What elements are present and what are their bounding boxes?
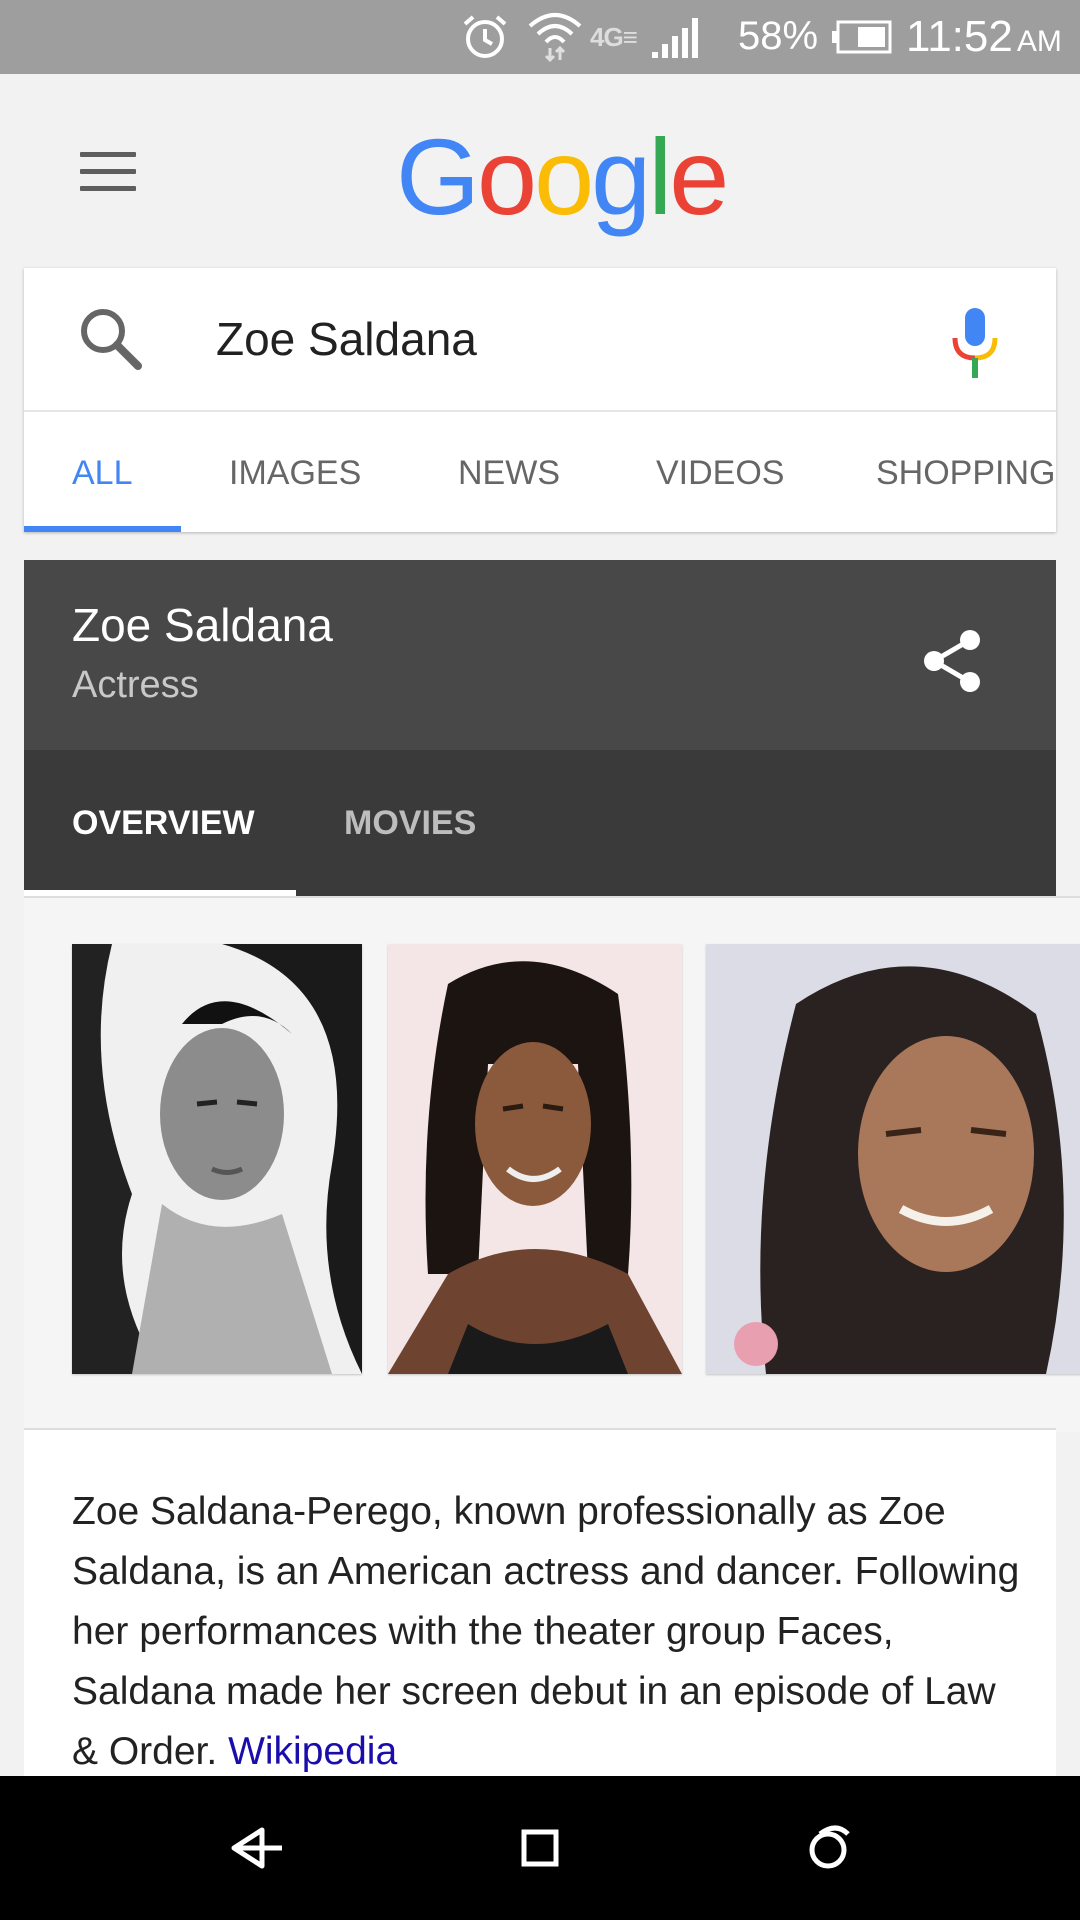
tab-overview[interactable]: OVERVIEW: [72, 750, 255, 890]
search-icon[interactable]: [76, 304, 146, 374]
tab-movies[interactable]: MOVIES: [344, 750, 476, 890]
hamburger-menu-icon[interactable]: [80, 152, 136, 192]
entity-photo[interactable]: [706, 944, 1080, 1374]
navigation-bar: [0, 1776, 1080, 1920]
knowledge-panel-header: Zoe Saldana Actress: [24, 560, 1056, 750]
image-carousel: [24, 896, 1080, 1432]
description-card: Zoe Saldana-Perego, known professionally…: [24, 1430, 1056, 1776]
recents-icon[interactable]: [796, 1816, 860, 1880]
entity-title: Zoe Saldana: [72, 599, 333, 651]
wikipedia-link[interactable]: Wikipedia: [228, 1730, 397, 1773]
microphone-icon[interactable]: [950, 308, 1000, 380]
knowledge-panel-tabs: OVERVIEW MOVIES: [24, 750, 1056, 896]
tab-shopping[interactable]: SHOPPING: [876, 412, 1055, 532]
description-text: Zoe Saldana-Perego, known professionally…: [72, 1490, 1020, 1773]
wifi-icon: [528, 13, 582, 62]
status-bar: 4G≡ 58% 11:52 AM: [0, 0, 1080, 74]
search-card: ALL IMAGES NEWS VIDEOS SHOPPING: [24, 268, 1056, 532]
tab-news[interactable]: NEWS: [458, 412, 560, 532]
status-icons: 4G≡ 58% 11:52 AM: [460, 0, 1080, 74]
lte-icon: 4G≡: [590, 22, 638, 52]
clock-time: 11:52: [906, 12, 1013, 61]
google-logo: Google: [396, 116, 729, 237]
entity-subtitle: Actress: [72, 664, 199, 706]
entity-photo[interactable]: [388, 944, 682, 1374]
search-input[interactable]: [216, 308, 936, 370]
battery-icon: [832, 20, 892, 54]
clock-ampm: AM: [1016, 25, 1062, 58]
signal-icon: [652, 18, 698, 58]
app-header: Google: [0, 74, 1080, 264]
home-icon[interactable]: [508, 1816, 572, 1880]
clock: 11:52 AM: [906, 12, 1062, 62]
back-icon[interactable]: [220, 1816, 284, 1880]
battery-percent: 58%: [738, 14, 819, 58]
share-icon[interactable]: [918, 626, 988, 696]
entity-photo[interactable]: [72, 944, 362, 1374]
entity-description: Zoe Saldana-Perego, known professionally…: [72, 1482, 1032, 1782]
active-tab-indicator: [24, 526, 181, 532]
alarm-icon: [463, 15, 507, 58]
search-bar: [24, 268, 1056, 412]
tab-images[interactable]: IMAGES: [229, 412, 361, 532]
tab-videos[interactable]: VIDEOS: [656, 412, 784, 532]
search-tabs: ALL IMAGES NEWS VIDEOS SHOPPING: [24, 412, 1056, 532]
tab-all[interactable]: ALL: [72, 412, 133, 532]
